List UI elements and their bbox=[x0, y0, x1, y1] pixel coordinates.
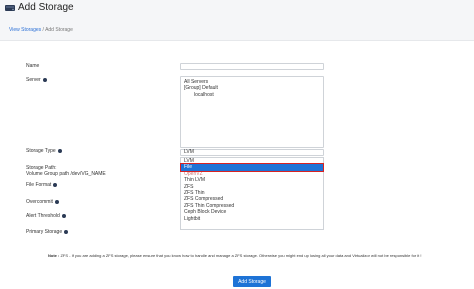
name-input[interactable] bbox=[180, 63, 324, 70]
info-icon bbox=[42, 77, 47, 82]
storage-type-dropdown: LVM File OpenVZ Thin LVM ZFS ZFS Thin ZF… bbox=[180, 157, 324, 230]
page-title: Add Storage bbox=[18, 2, 74, 13]
storage-path-hint: Volume Group path /dev/VG_NAME bbox=[26, 171, 106, 177]
page-header: Add Storage bbox=[5, 2, 74, 13]
info-icon bbox=[57, 148, 62, 153]
dropdown-option-lightbit[interactable]: Lightbit bbox=[181, 216, 323, 222]
name-label: Name bbox=[26, 63, 40, 69]
alert-threshold-label: Alert Threshold bbox=[26, 213, 66, 219]
info-icon bbox=[53, 182, 58, 187]
hard-drive-icon bbox=[5, 4, 15, 12]
storage-type-label: Storage Type bbox=[26, 148, 62, 154]
server-option[interactable]: localhost bbox=[184, 92, 320, 98]
info-icon bbox=[64, 229, 69, 234]
overcommit-label: Overcommit bbox=[26, 199, 59, 205]
file-format-label: File Format bbox=[26, 182, 58, 188]
storage-type-select[interactable]: LVM bbox=[180, 149, 324, 156]
server-label: Server bbox=[26, 77, 47, 83]
add-storage-button[interactable]: Add Storage bbox=[233, 276, 271, 287]
zfs-note: Note : ZFS - If you are adding a ZFS sto… bbox=[48, 253, 422, 258]
breadcrumb-separator: / bbox=[42, 27, 44, 33]
breadcrumb-current: Add Storage bbox=[45, 27, 73, 33]
breadcrumb: View Storages / Add Storage bbox=[9, 27, 73, 33]
server-select[interactable]: All Servers [Group] Default localhost bbox=[180, 76, 324, 148]
breadcrumb-view-storages[interactable]: View Storages bbox=[9, 27, 41, 33]
info-icon bbox=[54, 199, 59, 204]
info-icon bbox=[61, 213, 66, 218]
top-bar: Add Storage bbox=[0, 0, 474, 22]
primary-storage-label: Primary Storage bbox=[26, 229, 69, 235]
